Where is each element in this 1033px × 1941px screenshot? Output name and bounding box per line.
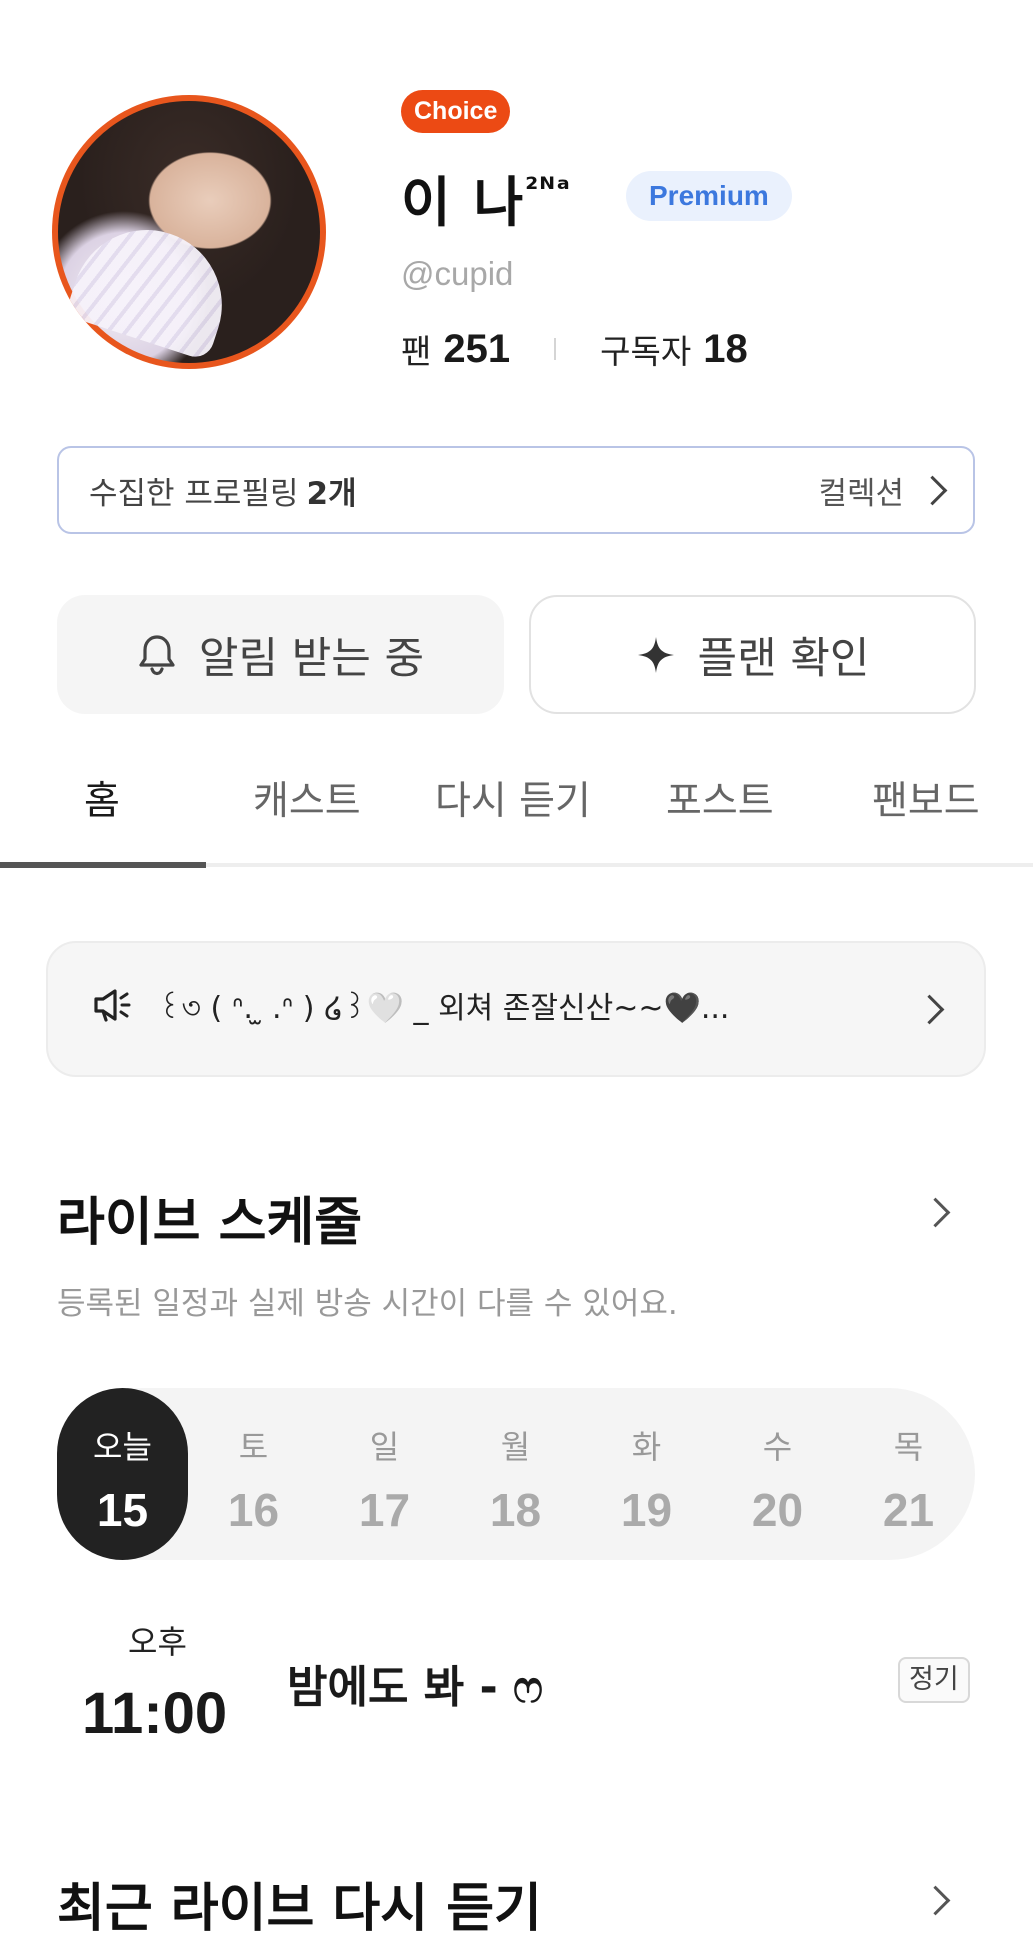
plan-button[interactable]: 플랜 확인 bbox=[529, 595, 976, 714]
sparkle-icon bbox=[636, 635, 676, 675]
day-name: 일 bbox=[369, 1428, 400, 1466]
profile-stats: 팬 251 구독자 18 bbox=[401, 325, 748, 373]
replay-more-button[interactable] bbox=[920, 1885, 951, 1916]
avatar-fan-graphic bbox=[64, 210, 242, 362]
day-name: 목 bbox=[893, 1428, 924, 1466]
notification-button[interactable]: 알림 받는 중 bbox=[57, 595, 504, 714]
collection-link: 컬렉션 bbox=[818, 475, 904, 512]
day-name: 월 bbox=[500, 1428, 531, 1466]
tab-replay[interactable]: 다시 듣기 bbox=[435, 770, 591, 826]
chevron-right-icon bbox=[920, 1885, 951, 1916]
chevron-right-icon bbox=[914, 994, 945, 1024]
profile-name-sup: ²ᴺᵃ bbox=[525, 172, 571, 207]
subscribers-count: 18 bbox=[703, 326, 748, 371]
day-name: 토 bbox=[238, 1428, 269, 1466]
notification-label: 알림 받는 중 bbox=[198, 633, 425, 684]
day-thu[interactable]: 목 21 bbox=[843, 1388, 974, 1560]
day-sat[interactable]: 토 16 bbox=[188, 1388, 319, 1560]
day-today[interactable]: 오늘 15 bbox=[57, 1388, 188, 1560]
avatar-photo bbox=[58, 101, 320, 363]
profile-name-main: 이 나 bbox=[401, 171, 526, 234]
schedule-more-button[interactable] bbox=[920, 1197, 951, 1228]
day-name: 수 bbox=[762, 1428, 793, 1466]
tab-fanboard[interactable]: 팬보드 bbox=[872, 770, 980, 826]
schedule-subtitle: 등록된 일정과 실제 방송 시간이 다를 수 있어요. bbox=[57, 1286, 678, 1322]
tab-post[interactable]: 포스트 bbox=[666, 770, 774, 826]
tab-cast[interactable]: 캐스트 bbox=[253, 770, 361, 826]
schedule-ampm: 오후 bbox=[128, 1623, 187, 1661]
stats-divider bbox=[554, 338, 557, 360]
day-date: 17 bbox=[358, 1484, 411, 1536]
profile-avatar[interactable] bbox=[52, 95, 326, 369]
day-tue[interactable]: 화 19 bbox=[581, 1388, 712, 1560]
subscribers-label: 구독자 bbox=[600, 332, 692, 371]
premium-badge: Premium bbox=[626, 171, 792, 221]
day-name: 오늘 bbox=[93, 1428, 152, 1466]
day-date: 21 bbox=[882, 1484, 935, 1536]
fans-count: 251 bbox=[443, 326, 511, 371]
bell-icon bbox=[137, 633, 177, 677]
day-sun[interactable]: 일 17 bbox=[319, 1388, 450, 1560]
day-wed[interactable]: 수 20 bbox=[712, 1388, 843, 1560]
plan-label: 플랜 확인 bbox=[697, 633, 870, 684]
fans-label: 팬 bbox=[401, 332, 432, 371]
collection-label: 수집한 프로필링 bbox=[89, 475, 299, 512]
notice-banner[interactable]: ꒰৩ ( ᐢ. ̫ .ᐢ ) ໒꒱🤍 _ 외쳐 존잘신산~~🖤... bbox=[46, 941, 986, 1077]
notice-text: ꒰৩ ( ᐢ. ̫ .ᐢ ) ໒꒱🤍 _ 외쳐 존잘신산~~🖤... bbox=[158, 991, 730, 1026]
day-mon[interactable]: 월 18 bbox=[450, 1388, 581, 1560]
megaphone-icon bbox=[92, 985, 136, 1033]
profile-handle: @cupid bbox=[401, 255, 514, 292]
chevron-right-icon bbox=[920, 1197, 951, 1228]
schedule-time: 11:00 bbox=[82, 1681, 228, 1746]
schedule-title: 라이브 스케줄 bbox=[57, 1193, 363, 1253]
regular-badge: 정기 bbox=[898, 1657, 970, 1703]
chevron-right-icon bbox=[917, 475, 948, 505]
replay-title: 최근 라이브 다시 듣기 bbox=[57, 1879, 542, 1939]
day-date: 20 bbox=[751, 1484, 804, 1536]
collection-count: 2개 bbox=[306, 475, 357, 512]
tab-bar: 홈 캐스트 다시 듣기 포스트 팬보드 bbox=[0, 770, 1033, 870]
tab-active-indicator bbox=[0, 862, 206, 868]
day-date: 15 bbox=[96, 1484, 149, 1536]
day-date: 18 bbox=[489, 1484, 542, 1536]
week-selector: 오늘 15 토 16 일 17 월 18 화 19 수 20 목 21 bbox=[57, 1388, 975, 1560]
day-name: 화 bbox=[631, 1428, 662, 1466]
schedule-show-title[interactable]: 밤에도 봐 - ෆ bbox=[287, 1651, 543, 1715]
tab-home[interactable]: 홈 bbox=[84, 770, 120, 826]
choice-badge: Choice bbox=[401, 90, 511, 133]
collection-bar[interactable]: 수집한 프로필링 2개 컬렉션 bbox=[57, 446, 975, 534]
day-date: 19 bbox=[620, 1484, 673, 1536]
day-date: 16 bbox=[227, 1484, 280, 1536]
profile-name: 이 나²ᴺᵃ bbox=[401, 158, 571, 237]
